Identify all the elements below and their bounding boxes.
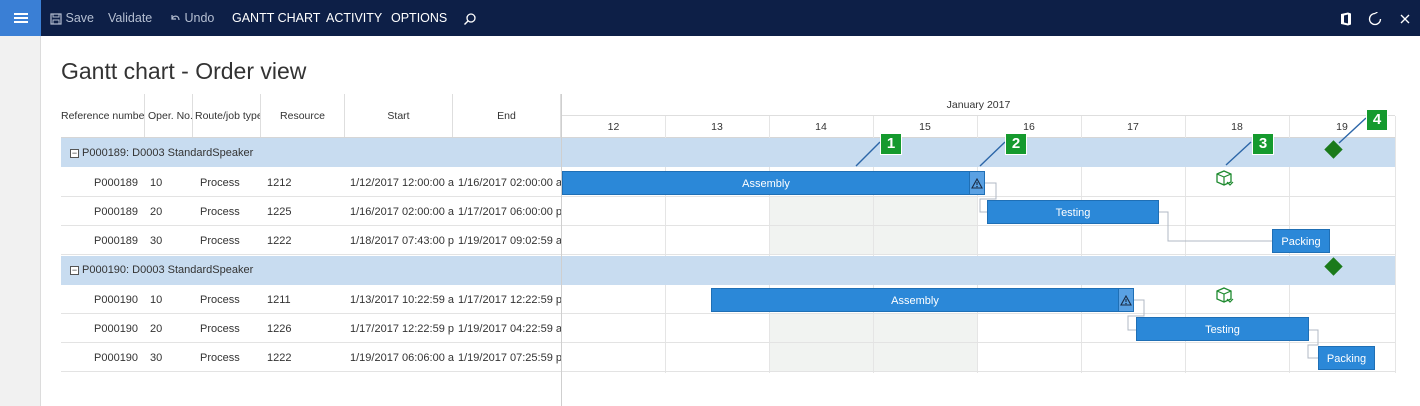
- operation-bar-packing[interactable]: Packing: [1318, 346, 1375, 370]
- warning-marker[interactable]: [1118, 288, 1134, 312]
- warning-icon: [1120, 294, 1132, 306]
- warning-icon: [971, 177, 983, 189]
- warning-marker[interactable]: [969, 171, 985, 195]
- callout-badge: 4: [1366, 109, 1388, 131]
- operation-bar-assembly[interactable]: Assembly: [711, 288, 1119, 312]
- package-icon[interactable]: [1214, 286, 1234, 311]
- callout-badge: 3: [1252, 133, 1274, 155]
- operation-bar-testing[interactable]: Testing: [1136, 317, 1309, 341]
- operation-bar-testing[interactable]: Testing: [987, 200, 1159, 224]
- callout-badge: 1: [880, 133, 902, 155]
- operation-bar-assembly[interactable]: Assembly: [562, 171, 970, 195]
- operation-bar-packing[interactable]: Packing: [1272, 229, 1330, 253]
- package-icon[interactable]: [1214, 169, 1234, 194]
- dependency-links: [855, 117, 1367, 359]
- callout-badge: 2: [1005, 133, 1027, 155]
